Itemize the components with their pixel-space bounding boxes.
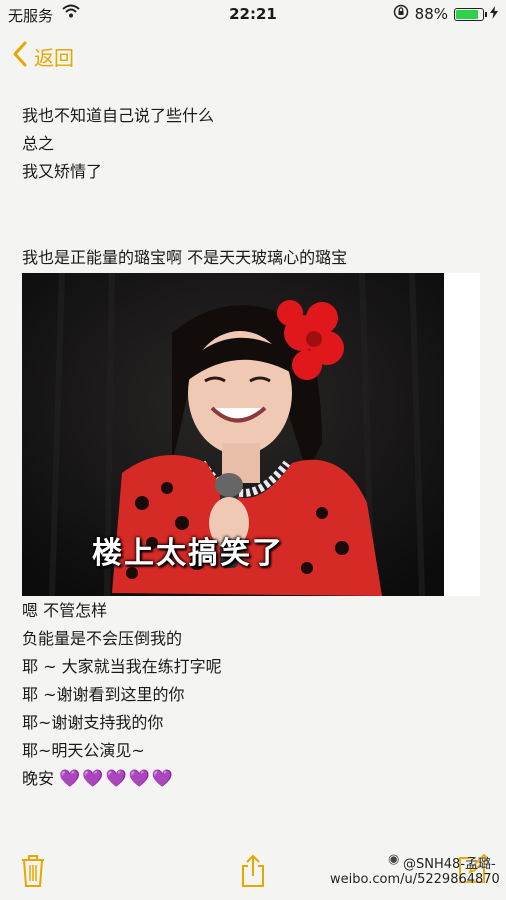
watermark-url: weibo.com/u/5229864870 xyxy=(330,872,500,887)
watermark-handle: @SNH48-孟璐- xyxy=(403,857,496,872)
note-paragraph-3[interactable]: 嗯 不管怎样 负能量是不会压倒我的 耶 ~ 大家就当我在练打字呢 耶 ~谢谢看到… xyxy=(22,597,492,793)
share-icon[interactable] xyxy=(240,854,266,892)
note-line: 总之 xyxy=(22,134,55,153)
note-line: 负能量是不会压倒我的 xyxy=(22,629,183,648)
chevron-left-icon xyxy=(12,40,28,72)
status-right: 88% xyxy=(393,4,498,24)
note-line: 耶 ~ 大家就当我在练打字呢 xyxy=(22,657,222,676)
goodnight-text: 晚安 xyxy=(22,769,55,788)
purple-heart-icons: 💜💜💜💜💜 xyxy=(59,769,175,789)
weibo-logo-icon: ◉ xyxy=(388,852,400,867)
status-bar: 无服务 22:21 88% xyxy=(0,0,506,28)
watermark: @SNH48-孟璐- weibo.com/u/5229864870 xyxy=(330,857,500,887)
image-caption: 楼上太搞笑了 xyxy=(92,536,284,571)
back-label: 返回 xyxy=(34,45,74,70)
note-line: 耶~谢谢支持我的你 xyxy=(22,713,164,732)
note-paragraph-1[interactable]: 我也不知道自己说了些什么 总之 我又矫情了 xyxy=(22,102,492,186)
note-paragraph-2[interactable]: 我也是正能量的璐宝啊 不是天天玻璃心的璐宝 xyxy=(22,244,492,272)
charging-icon xyxy=(490,5,498,23)
note-line: 嗯 不管怎样 xyxy=(22,601,108,620)
trash-icon[interactable] xyxy=(20,854,46,892)
note-line: 耶 ~谢谢看到这里的你 xyxy=(22,685,185,704)
note-line: 我又矫情了 xyxy=(22,162,103,181)
rotation-lock-icon xyxy=(393,4,409,24)
note-line: 我也是正能量的璐宝啊 不是天天玻璃心的璐宝 xyxy=(22,248,348,267)
note-line: 我也不知道自己说了些什么 xyxy=(22,106,215,125)
battery-percent: 88% xyxy=(414,5,448,23)
note-line-goodnight: 晚安 💜💜💜💜💜 xyxy=(22,765,492,793)
back-button[interactable]: 返回 xyxy=(12,40,74,72)
battery-icon xyxy=(454,7,487,21)
note-line: 耶~明天公演见~ xyxy=(22,741,145,760)
